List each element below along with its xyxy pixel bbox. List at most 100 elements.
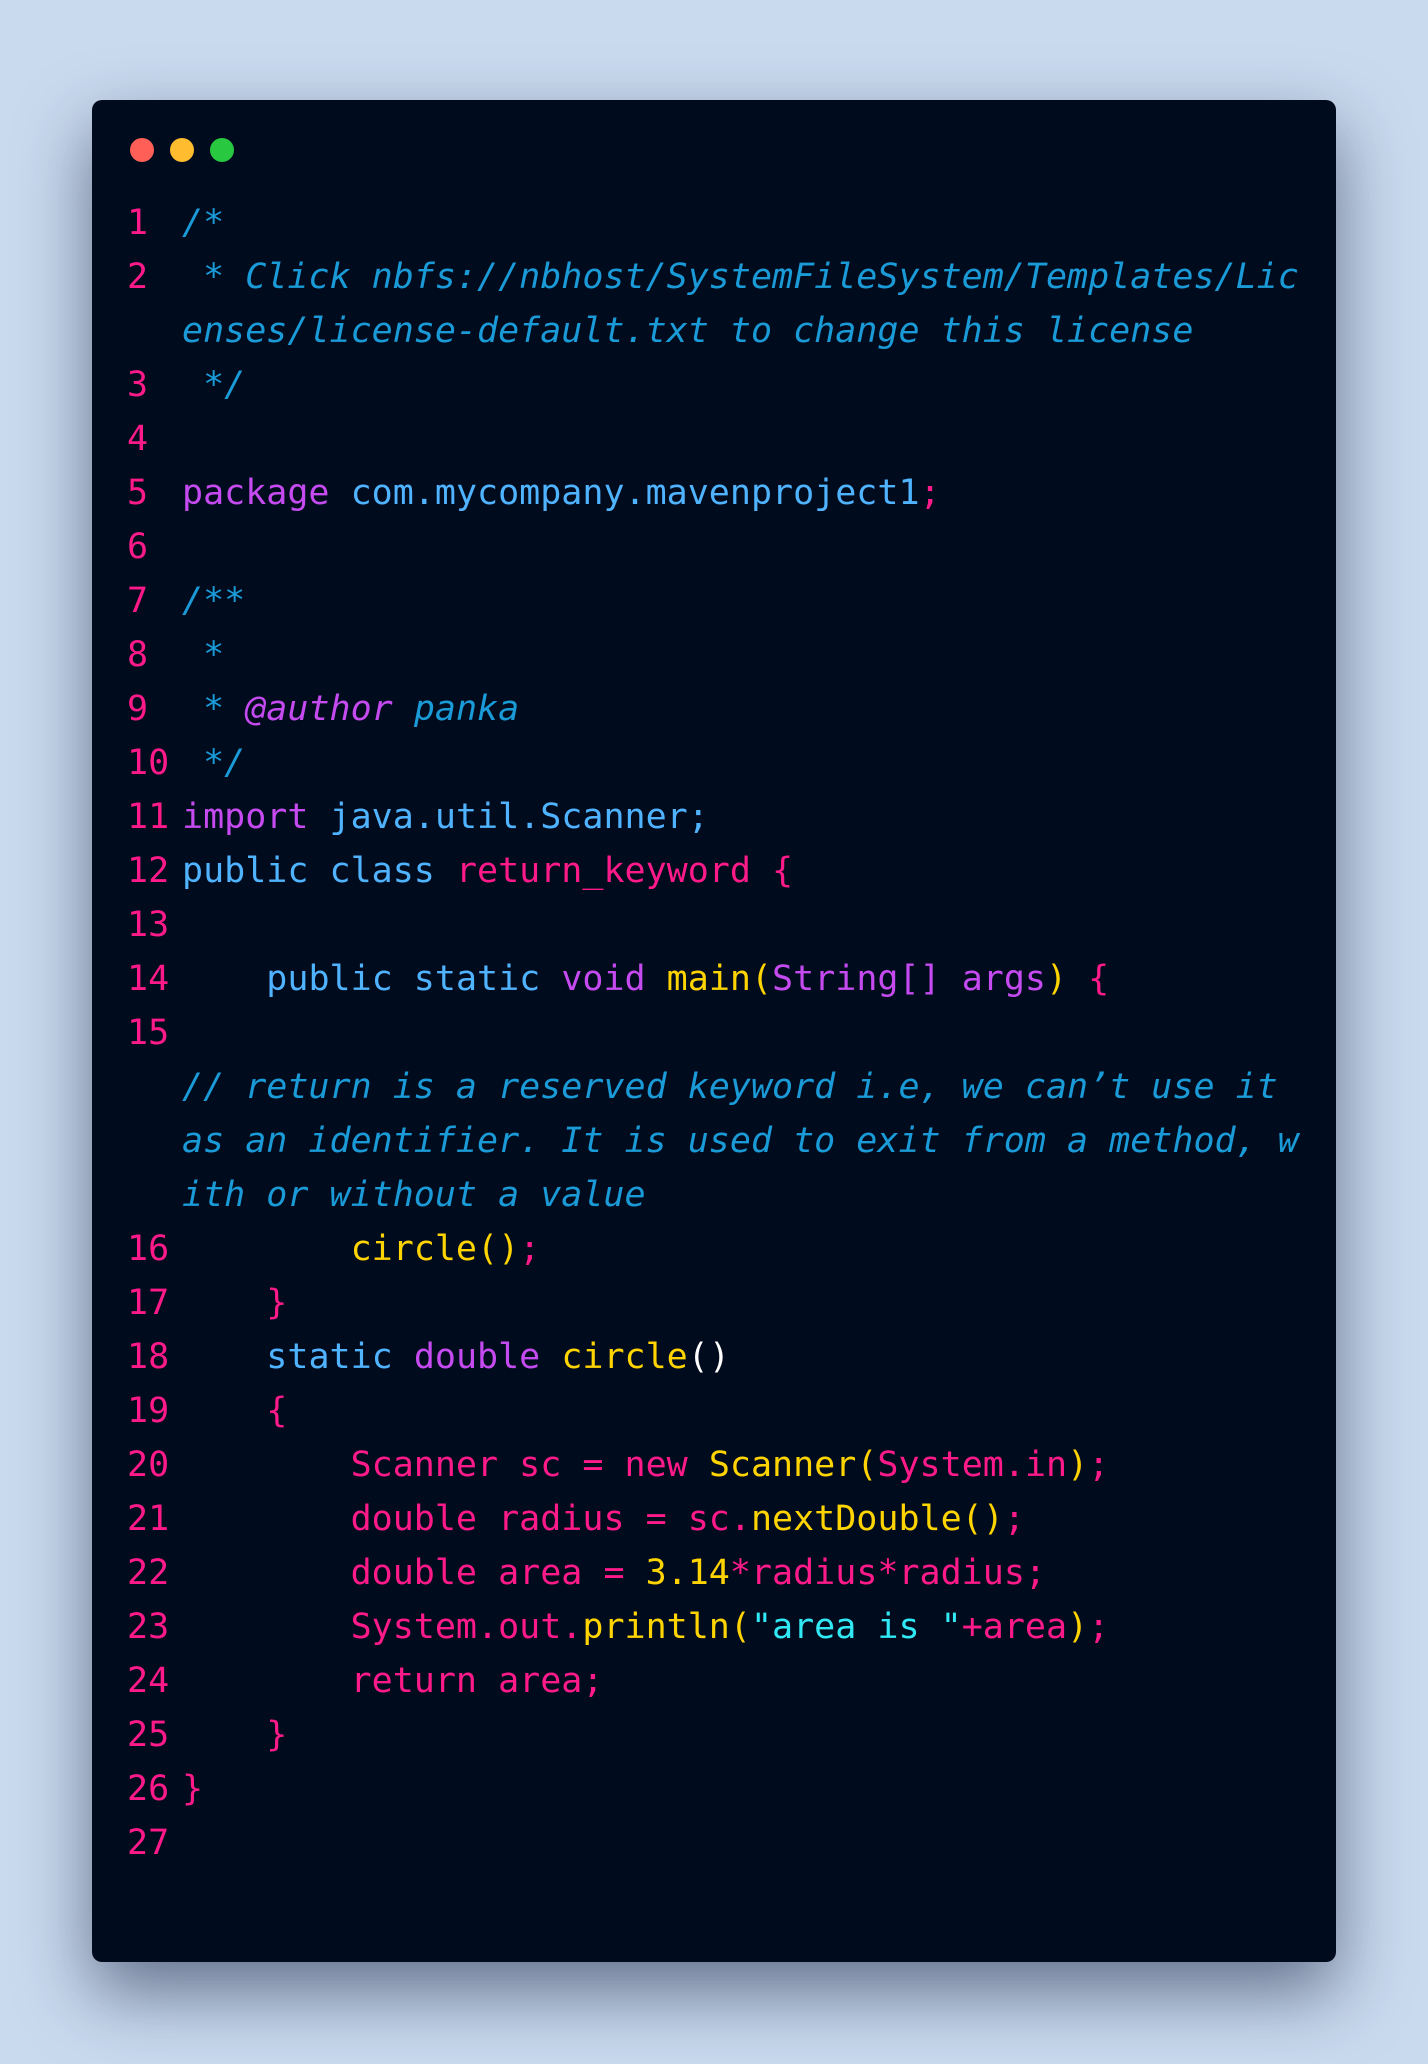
code-token: circle	[182, 1229, 478, 1269]
line-number: 8	[127, 635, 149, 675]
line-content: public class return_keyword {	[182, 844, 1317, 898]
line-number: 27	[127, 1823, 170, 1863]
code-token: }	[182, 1715, 288, 1755]
line-content: */	[182, 736, 1317, 790]
code-token: Scanner	[708, 1445, 857, 1485]
line-content: double radius = sc.nextDouble();	[182, 1492, 1317, 1546]
code-token: double radius = sc.	[182, 1499, 751, 1539]
code-comment: */	[182, 743, 246, 783]
code-token: +area	[961, 1607, 1068, 1647]
code-line: 18 static double circle()	[127, 1330, 1317, 1384]
code-line: 10 */	[127, 736, 1317, 790]
code-comment: @author	[245, 689, 393, 729]
code-line: 16 circle();	[127, 1222, 1317, 1276]
line-content: /*	[182, 196, 1317, 250]
line-content: import java.util.Scanner;	[182, 790, 1317, 844]
line-content: ​	[182, 520, 1317, 574]
code-token: System.in	[877, 1445, 1068, 1485]
code-line: 20 Scanner sc = new Scanner(System.in);	[127, 1438, 1317, 1492]
line-number: 2	[127, 257, 149, 297]
code-line: 14 public static void main(String[] args…	[127, 952, 1317, 1006]
code-token: )	[1067, 1607, 1089, 1647]
maximize-dot-icon[interactable]	[210, 138, 234, 162]
code-block: 1 /* 2 * Click nbfs://nbhost/SystemFileSys…	[127, 196, 1317, 1870]
line-content: * @author panka	[182, 682, 1317, 736]
code-token: String[] args	[772, 959, 1046, 999]
code-token: {	[182, 1391, 288, 1431]
code-token: ()	[687, 1337, 730, 1377]
code-token: static	[182, 1337, 414, 1377]
code-token: Scanner sc =	[182, 1445, 625, 1485]
line-number: 19	[127, 1391, 170, 1431]
line-number: 26	[127, 1769, 170, 1809]
code-comment: */	[182, 365, 246, 405]
code-token: println	[582, 1607, 730, 1647]
code-line: 17 }	[127, 1276, 1317, 1330]
code-line: 11 import java.util.Scanner;	[127, 790, 1317, 844]
line-number: 5	[127, 473, 149, 513]
line-number: 14	[127, 959, 170, 999]
code-token: (	[750, 959, 773, 999]
code-token: ()	[961, 1499, 1004, 1539]
line-content: ​	[182, 1816, 1317, 1870]
minimize-dot-icon[interactable]	[170, 138, 194, 162]
code-token: (	[729, 1607, 751, 1647]
line-content: {	[182, 1384, 1317, 1438]
line-number: 25	[127, 1715, 170, 1755]
code-token: }	[182, 1769, 204, 1809]
code-comment: *	[182, 689, 246, 729]
code-token: new	[624, 1445, 709, 1485]
code-line: 21 double radius = sc.nextDouble();	[127, 1492, 1317, 1546]
code-token: (	[856, 1445, 878, 1485]
code-token: ;	[519, 1229, 541, 1269]
code-token: "area is "	[750, 1607, 962, 1647]
code-token: circle	[561, 1337, 688, 1377]
code-comment: /**	[182, 581, 246, 621]
line-number: 6	[127, 527, 149, 567]
line-content: double area = 3.14*radius*radius;	[182, 1546, 1317, 1600]
line-number: 7	[127, 581, 149, 621]
line-number: 24	[127, 1661, 170, 1701]
line-content: *	[182, 628, 1317, 682]
line-content: package com.mycompany.mavenproject1;	[182, 466, 1317, 520]
code-line: 9 * @author panka	[127, 682, 1317, 736]
code-token: {	[1067, 959, 1110, 999]
code-line: 8 *	[127, 628, 1317, 682]
line-number: 13	[127, 905, 170, 945]
line-number: 4	[127, 419, 149, 459]
code-line: 27 ​	[127, 1816, 1317, 1870]
line-content: public static void main(String[] args) {	[182, 952, 1317, 1006]
code-line: 3 */	[127, 358, 1317, 412]
code-token: java.util.Scanner;	[308, 797, 709, 837]
code-line: 7 /**	[127, 574, 1317, 628]
code-line: 23 System.out.println("area is "+area);	[127, 1600, 1317, 1654]
code-token: return area;	[182, 1661, 604, 1701]
code-token: import	[182, 797, 309, 837]
code-line: 5 package com.mycompany.mavenproject1;	[127, 466, 1317, 520]
line-content: System.out.println("area is "+area);	[182, 1600, 1317, 1654]
code-token: double area =	[182, 1553, 646, 1593]
line-content: circle();	[182, 1222, 1317, 1276]
line-number: 22	[127, 1553, 170, 1593]
code-comment: // return is a reserved keyword i.e, we …	[182, 1067, 1299, 1215]
code-line: 15 // return is a reserved keyword i.e, …	[127, 1006, 1317, 1222]
code-token: System.out.	[182, 1607, 583, 1647]
code-token: }	[182, 1283, 288, 1323]
code-comment: /*	[182, 203, 225, 243]
code-line: 26}	[127, 1762, 1317, 1816]
line-number: 11	[127, 797, 170, 837]
code-token: public static	[182, 959, 562, 999]
line-number: 3	[127, 365, 149, 405]
code-line: 19 {	[127, 1384, 1317, 1438]
code-token: ;	[1003, 1499, 1025, 1539]
line-content: static double circle()	[182, 1330, 1317, 1384]
code-token: *radius*radius;	[729, 1553, 1046, 1593]
close-dot-icon[interactable]	[130, 138, 154, 162]
code-token: )	[1067, 1445, 1089, 1485]
line-number: 20	[127, 1445, 170, 1485]
line-number: 10	[127, 743, 170, 783]
line-content: }	[182, 1276, 1317, 1330]
line-number: 17	[127, 1283, 170, 1323]
code-comment: * Click nbfs://nbhost/SystemFileSystem/T…	[182, 257, 1299, 351]
code-line: 24 return area;	[127, 1654, 1317, 1708]
